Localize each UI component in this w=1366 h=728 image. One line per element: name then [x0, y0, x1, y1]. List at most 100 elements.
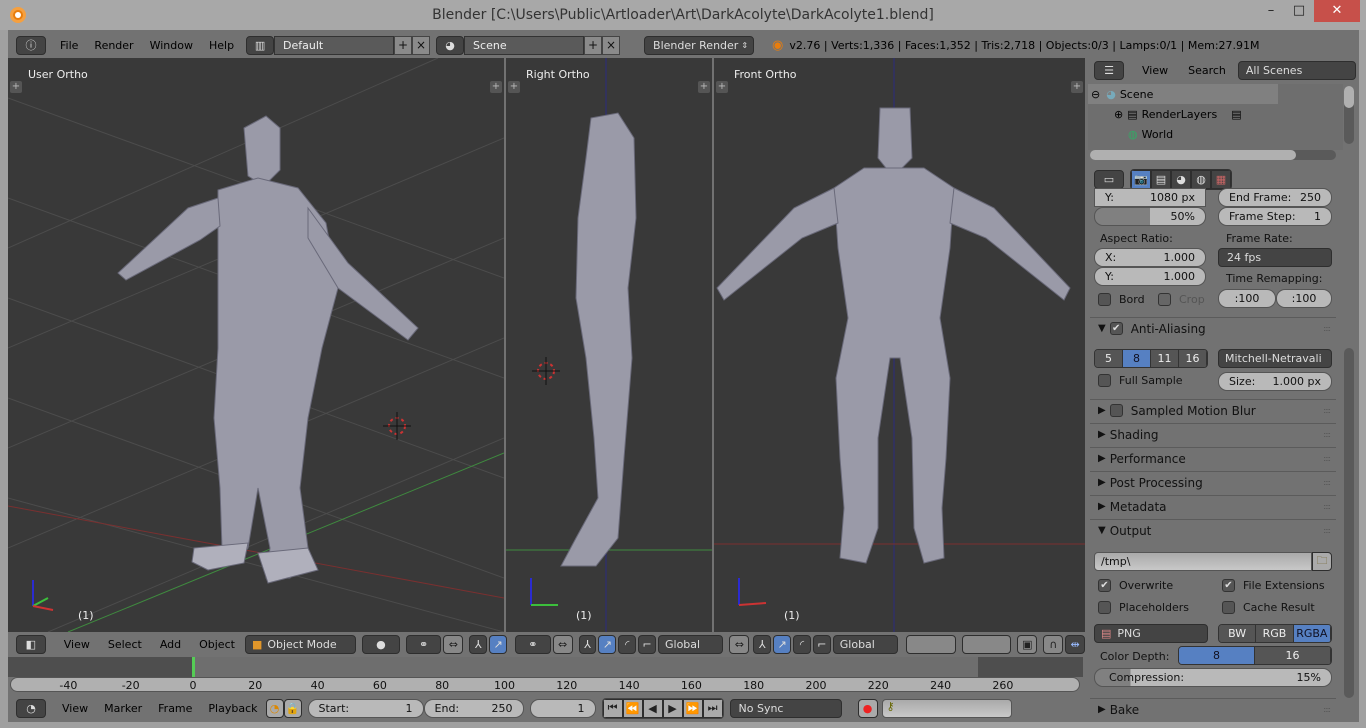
character-mesh[interactable] — [117, 115, 419, 584]
panel-post-processing[interactable]: ▶ Post Processing:::: — [1090, 471, 1336, 493]
end-frame-field[interactable]: End: 250 — [423, 698, 524, 718]
aa-samples-selector[interactable]: 5 8 11 16 — [1094, 349, 1208, 368]
checkbox-checked-icon[interactable]: ✔ — [1109, 322, 1123, 335]
menu-file[interactable]: File — [52, 39, 86, 52]
resolution-percentage-slider[interactable]: 50% — [1094, 207, 1206, 226]
outliner-item-world[interactable]: ◍ World — [1128, 124, 1278, 144]
remove-scene-button[interactable]: × — [602, 35, 621, 55]
jump-end-icon[interactable]: ⏭ — [702, 698, 723, 718]
aspect-y-field[interactable]: Y: 1.000 — [1094, 267, 1206, 286]
aa-sample-8[interactable]: 8 — [1123, 350, 1151, 367]
maximize-button[interactable]: □ — [1286, 0, 1312, 22]
placeholders-checkbox[interactable]: Placeholders — [1098, 601, 1189, 614]
orientation-select-2[interactable]: Global — [832, 634, 899, 654]
rotate-manipulator-icon[interactable]: ◜ — [618, 634, 637, 654]
render-tab-icon[interactable]: 📷 — [1131, 170, 1151, 189]
character-mesh[interactable] — [560, 112, 637, 567]
menu-help[interactable]: Help — [201, 39, 242, 52]
manipulator-toggle-icon[interactable]: ⇔ — [443, 634, 464, 654]
preview-range-icon[interactable]: ◔ — [265, 698, 284, 718]
menu-object[interactable]: Object — [191, 638, 243, 651]
current-frame-marker[interactable] — [192, 657, 195, 677]
color-depth-8[interactable]: 8 — [1179, 647, 1255, 664]
panel-bake[interactable]: ▶ Bake:::: — [1090, 698, 1336, 720]
aa-size-field[interactable]: Size: 1.000 px — [1218, 372, 1332, 391]
mode-select[interactable]: ■ Object Mode — [244, 634, 357, 654]
outliner-v-scrollbar[interactable] — [1344, 86, 1354, 144]
pivot-point-icon-2[interactable]: ⚭ — [515, 634, 551, 654]
move-arrow-icon-3[interactable]: ↗ — [773, 634, 792, 654]
viewport-front-ortho[interactable]: Front Ortho + + (1) — [714, 58, 1085, 632]
remove-layout-button[interactable]: × — [412, 35, 431, 55]
minimize-button[interactable]: – — [1258, 0, 1284, 22]
drag-grip-icon[interactable]: :::: — [1323, 478, 1331, 487]
outliner-search-menu[interactable]: Search — [1180, 64, 1234, 77]
scene-icon[interactable]: ◕ — [436, 35, 465, 55]
properties-scrollbar[interactable] — [1344, 348, 1354, 698]
menu-select[interactable]: Select — [100, 638, 150, 651]
editor-type-3dview-icon[interactable]: ◧ — [16, 634, 46, 654]
pivot-point-icon[interactable]: ⚭ — [405, 634, 442, 654]
checkbox-icon[interactable] — [1109, 404, 1123, 417]
panel-performance[interactable]: ▶ Performance:::: — [1090, 447, 1336, 469]
lock-camera-icon[interactable]: ▣ — [1017, 634, 1038, 654]
timeline-menu-marker[interactable]: Marker — [96, 702, 150, 715]
file-format-select[interactable]: ▤ PNG — [1094, 624, 1208, 643]
editor-type-outliner-icon[interactable]: ☰ — [1094, 61, 1124, 80]
toolshelf-toggle-icon[interactable]: + — [716, 81, 728, 93]
time-remap-old-field[interactable]: :100 — [1218, 289, 1276, 308]
outliner-h-scrollbar[interactable] — [1090, 150, 1336, 160]
panel-output[interactable]: ▼ Output:::: — [1090, 519, 1336, 541]
add-layout-button[interactable]: + — [394, 35, 413, 55]
collapse-icon[interactable]: ⊖ — [1091, 88, 1100, 101]
aa-sample-11[interactable]: 11 — [1151, 350, 1179, 367]
timeline-scrollbar[interactable]: -40 -20 0 20 40 60 80 100 120 140 160 180 200 220 240 2… — [10, 677, 1080, 692]
aspect-x-field[interactable]: X: 1.000 — [1094, 248, 1206, 267]
editor-type-info-icon[interactable]: ⓘ — [16, 35, 46, 55]
crop-checkbox[interactable]: Crop — [1158, 293, 1205, 306]
scale-manipulator-icon-2[interactable]: ⌐ — [812, 634, 831, 654]
drag-grip-icon[interactable]: :::: — [1323, 324, 1331, 333]
timeline-menu-playback[interactable]: Playback — [200, 702, 265, 715]
sync-mode-select[interactable]: No Sync — [729, 698, 842, 718]
texture-tab-icon[interactable]: ▦ — [1211, 170, 1231, 189]
frame-step-field[interactable]: Frame Step: 1 — [1218, 207, 1332, 226]
outliner-display-select[interactable]: All Scenes — [1237, 61, 1356, 80]
end-frame-field[interactable]: End Frame: 250 — [1218, 188, 1332, 207]
toolshelf-toggle-icon[interactable]: + — [10, 81, 22, 93]
output-path-input[interactable]: /tmp\ — [1094, 552, 1312, 571]
outliner-item-renderlayers[interactable]: ⊕ ▤ RenderLayers ▤ — [1114, 104, 1294, 124]
prev-keyframe-icon[interactable]: ⏪ — [622, 698, 643, 718]
color-depth-selector[interactable]: 8 16 — [1178, 646, 1332, 665]
cache-result-checkbox[interactable]: Cache Result — [1222, 601, 1315, 614]
aa-sample-5[interactable]: 5 — [1095, 350, 1123, 367]
panel-metadata[interactable]: ▶ Metadata:::: — [1090, 495, 1336, 517]
file-extensions-checkbox[interactable]: ✔ File Extensions — [1222, 579, 1325, 592]
panel-sampled-motion-blur[interactable]: ▶ Sampled Motion Blur:::: — [1090, 399, 1336, 421]
translate-manipulator-icon-2[interactable]: ⅄ — [578, 634, 597, 654]
lock-range-icon[interactable]: 🔒 — [283, 698, 302, 718]
time-remap-new-field[interactable]: :100 — [1276, 289, 1332, 308]
drag-grip-icon[interactable]: :::: — [1323, 430, 1331, 439]
drag-grip-icon[interactable]: :::: — [1323, 705, 1331, 714]
scene-field[interactable]: Scene — [464, 35, 585, 55]
drag-grip-icon[interactable]: :::: — [1323, 526, 1331, 535]
world-tab-icon[interactable]: ◍ — [1191, 170, 1211, 189]
editor-type-timeline-icon[interactable]: ◔ — [16, 698, 46, 718]
folder-browse-icon[interactable]: 🗀 — [1312, 552, 1332, 571]
toolshelf-toggle-icon[interactable]: + — [508, 81, 520, 93]
next-keyframe-icon[interactable]: ⏩ — [682, 698, 703, 718]
color-mode-selector[interactable]: BW RGB RGBA — [1218, 624, 1332, 643]
overwrite-checkbox[interactable]: ✔ Overwrite — [1098, 579, 1173, 592]
full-sample-checkbox[interactable]: Full Sample — [1098, 374, 1183, 387]
snap-element-icon[interactable]: ⇹ — [1065, 634, 1085, 654]
close-button[interactable]: ✕ — [1314, 0, 1360, 22]
layers-grid-2[interactable] — [961, 634, 1012, 654]
editor-type-properties-icon[interactable]: ▭ — [1094, 170, 1124, 189]
orientation-select[interactable]: Global — [657, 634, 724, 654]
screen-layout-icon[interactable]: ▥ — [246, 35, 275, 55]
color-mode-rgb[interactable]: RGB — [1256, 625, 1294, 642]
play-reverse-icon[interactable]: ◀ — [642, 698, 663, 718]
border-checkbox[interactable]: Bord — [1098, 293, 1145, 306]
record-icon[interactable]: ● — [857, 698, 878, 718]
